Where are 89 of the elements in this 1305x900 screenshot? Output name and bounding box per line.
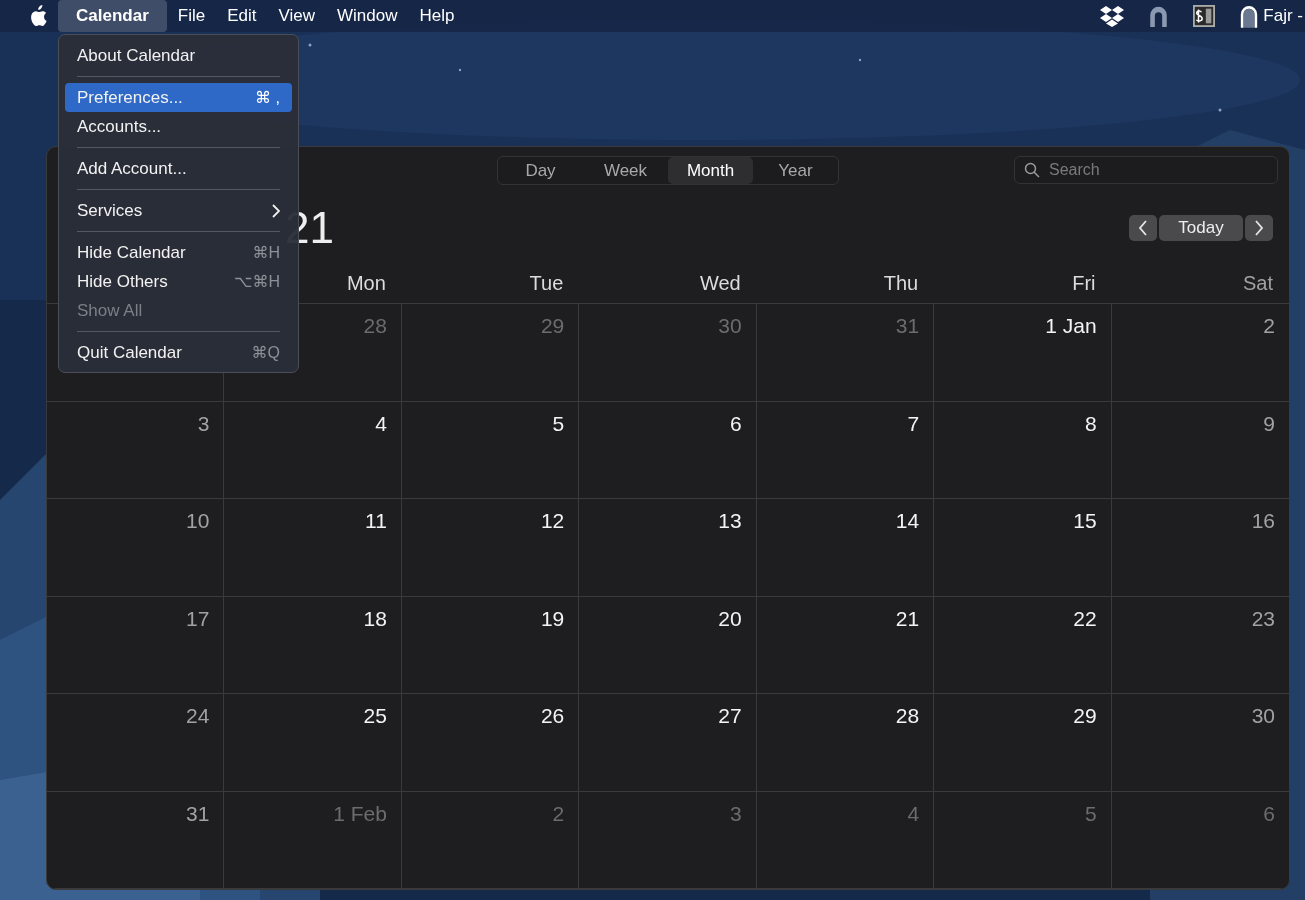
- day-number: 5: [1084, 801, 1097, 826]
- menu-item-label: Show All: [77, 300, 144, 321]
- terminal-icon[interactable]: [1193, 5, 1216, 27]
- menu-item-label: Hide Others: [77, 271, 169, 292]
- day-number: 11: [365, 509, 387, 533]
- view-tab[interactable]: Day: [498, 157, 583, 184]
- day-number: 1 Feb: [333, 801, 387, 826]
- day-number: 10: [186, 509, 210, 533]
- view-tab[interactable]: Week: [583, 157, 668, 184]
- day-number: 6: [730, 411, 742, 436]
- menu-item-label: Hide Calendar: [77, 242, 187, 263]
- day-number: 2: [1263, 314, 1275, 338]
- menu-item[interactable]: Accounts...: [65, 112, 292, 141]
- status-text[interactable]: Fajr -: [1263, 6, 1303, 26]
- day-number: 9: [1263, 411, 1275, 436]
- day-number: 4: [907, 801, 920, 826]
- menu-item[interactable]: About Calendar: [65, 41, 292, 70]
- shortcut-text: ⌘ ,: [255, 88, 280, 107]
- menu-item-label: About Calendar: [77, 45, 197, 66]
- day-number: 28: [363, 314, 387, 338]
- day-number: 19: [540, 606, 565, 631]
- view-tab[interactable]: Year: [753, 157, 838, 184]
- today-button[interactable]: Today: [1159, 215, 1243, 241]
- search-field[interactable]: Search: [1014, 156, 1278, 184]
- day-number: 29: [1073, 704, 1097, 728]
- day-number: 7: [907, 411, 920, 436]
- day-number: 14: [895, 509, 920, 533]
- weekday-header: Fri: [1072, 271, 1096, 295]
- day-number: 4: [375, 411, 387, 436]
- menu-bar-item[interactable]: Edit: [216, 0, 268, 32]
- day-number: 18: [363, 606, 387, 631]
- day-number: 3: [197, 411, 210, 436]
- chevron-left-icon: [1138, 220, 1148, 236]
- day-number: 23: [1251, 606, 1275, 631]
- shortcut-text: ⌘Q: [251, 343, 280, 362]
- menu-bar-item[interactable]: View: [267, 0, 326, 32]
- menu-bar-item[interactable]: Help: [408, 0, 466, 32]
- menu-bar-item[interactable]: Calendar: [58, 0, 167, 32]
- day-number: 30: [1251, 704, 1275, 728]
- menu-item-label: Quit Calendar: [77, 342, 183, 363]
- weekday-header: Sat: [1242, 271, 1273, 295]
- menu-item[interactable]: Add Account...: [65, 154, 292, 183]
- day-number: 8: [1084, 411, 1097, 436]
- menu-item-label: Add Account...: [77, 158, 188, 179]
- day-number: 20: [718, 606, 742, 631]
- day-number: 15: [1073, 509, 1097, 533]
- chevron-right-icon: [272, 203, 280, 218]
- day-number: 21: [895, 606, 920, 631]
- day-number: 30: [718, 314, 742, 338]
- menu-item-label: Services: [77, 200, 144, 221]
- day-number: 25: [363, 704, 387, 728]
- day-number: 28: [895, 704, 920, 728]
- menu-item-label: Preferences...: [77, 87, 184, 108]
- menu-bar-item[interactable]: Window: [326, 0, 409, 32]
- day-number: 6: [1263, 801, 1275, 826]
- day-number: 31: [895, 314, 920, 338]
- menu-item[interactable]: Preferences... ⌘ ,: [65, 83, 292, 112]
- day-number: 2: [552, 801, 565, 826]
- day-number: 31: [186, 801, 210, 826]
- apple-logo-icon[interactable]: [28, 5, 48, 27]
- shortcut-text: ⌘H: [252, 243, 280, 262]
- weekday-header: Tue: [529, 271, 564, 295]
- dropbox-icon[interactable]: [1100, 5, 1125, 27]
- arch-icon[interactable]: [1239, 4, 1260, 28]
- day-number: 24: [186, 704, 210, 728]
- weekday-header: Wed: [699, 271, 741, 295]
- shortcut-text: ⌥⌘H: [234, 272, 280, 291]
- day-number: 29: [540, 314, 565, 338]
- day-number: 1 Jan: [1045, 314, 1097, 338]
- menu-item-label: Accounts...: [77, 116, 163, 137]
- day-number: 12: [540, 509, 565, 533]
- view-tab[interactable]: Month: [668, 157, 753, 184]
- day-number: 5: [552, 411, 565, 436]
- next-button[interactable]: [1245, 215, 1273, 241]
- chevron-right-icon: [1254, 220, 1264, 236]
- search-icon: [1024, 162, 1040, 178]
- menu-item[interactable]: Quit Calendar ⌘Q: [65, 338, 292, 367]
- previous-button[interactable]: [1129, 215, 1157, 241]
- day-number: 17: [186, 606, 210, 631]
- day-number: 22: [1073, 606, 1097, 631]
- day-number: 27: [718, 704, 742, 728]
- day-number: 16: [1251, 509, 1275, 533]
- day-number: 3: [730, 801, 742, 826]
- weekday-header: Thu: [883, 271, 919, 295]
- day-number: 13: [718, 509, 742, 533]
- menu-bar-item[interactable]: File: [166, 0, 217, 32]
- weekday-header: Mon: [346, 271, 386, 295]
- day-number: 26: [540, 704, 565, 728]
- menu-item[interactable]: Hide Others ⌥⌘H: [65, 267, 292, 296]
